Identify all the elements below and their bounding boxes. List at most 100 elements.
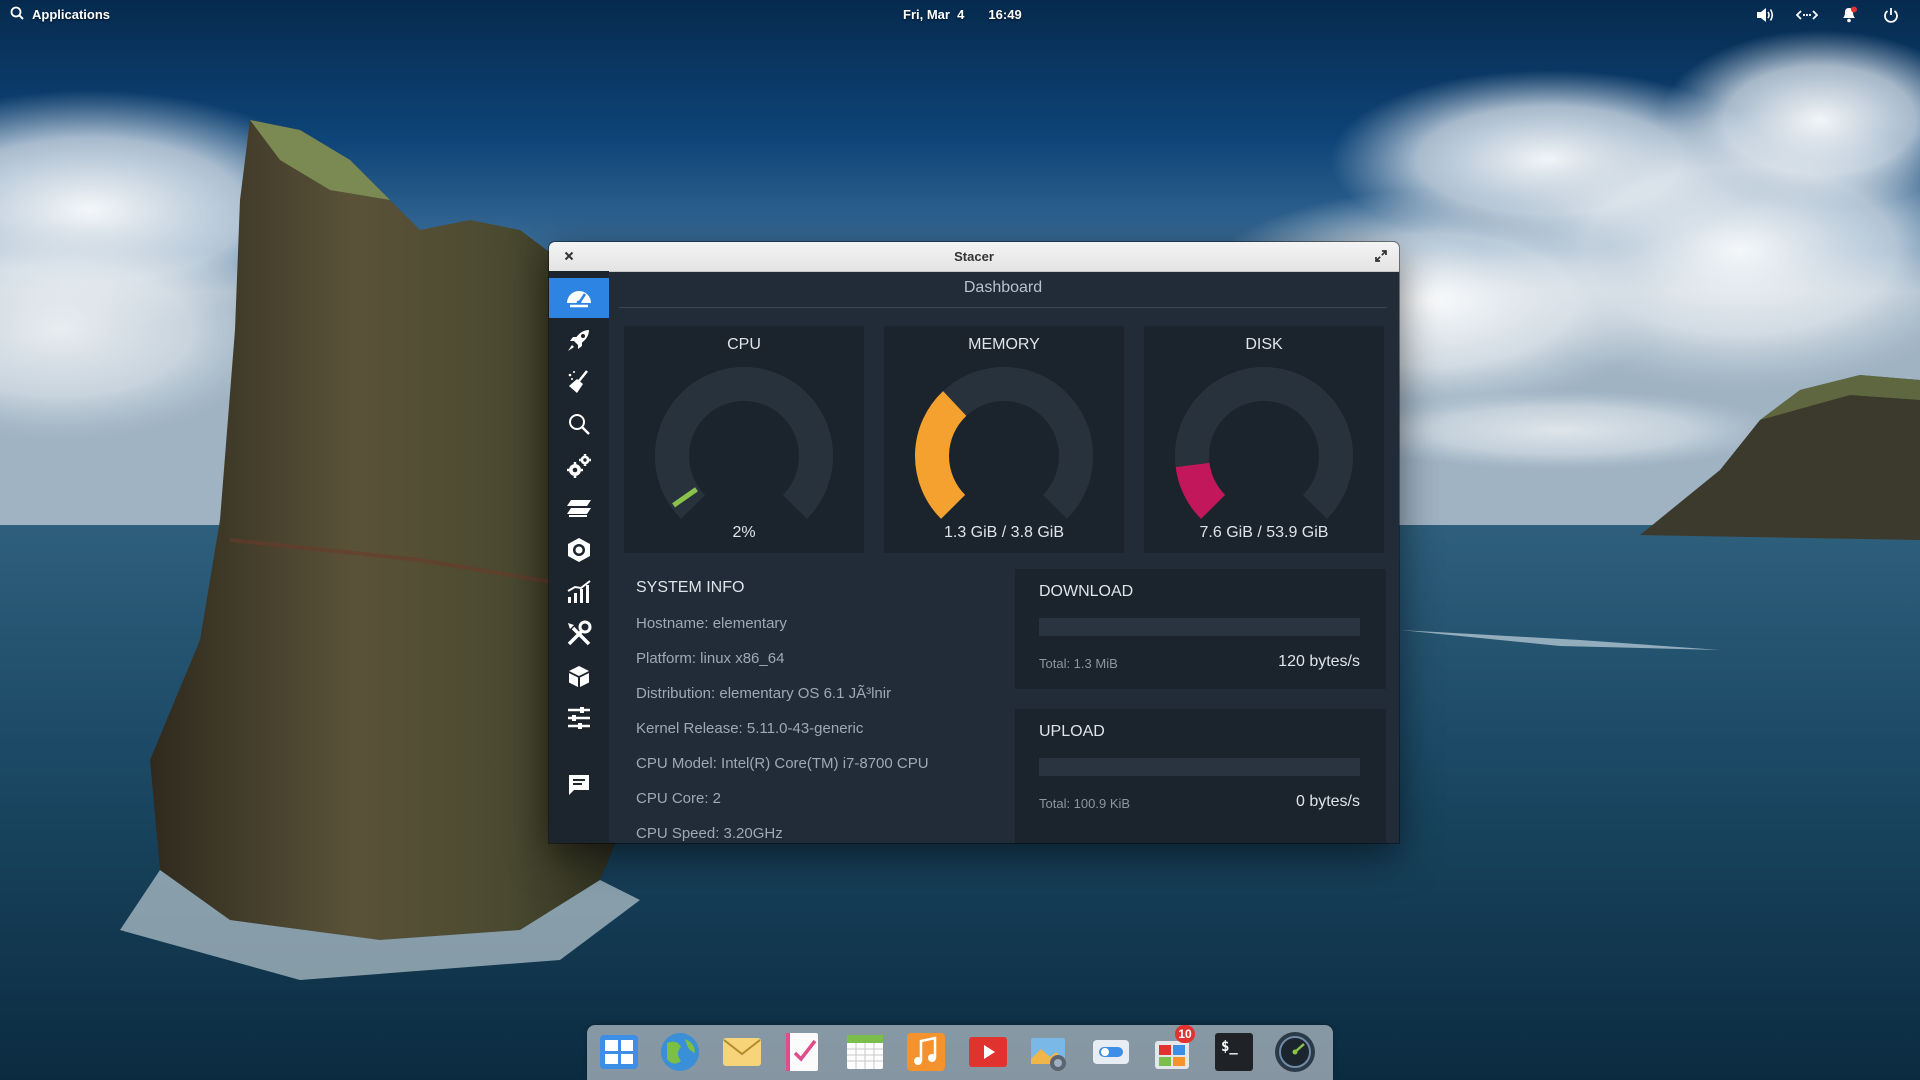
appcenter-update-badge: 10 bbox=[1175, 1025, 1195, 1043]
distribution-text: Distribution: elementary OS 6.1 JÃ³lnir bbox=[636, 685, 892, 702]
download-rate: 120 bytes/s bbox=[1278, 653, 1360, 670]
dashboard-gauge-icon bbox=[567, 291, 591, 308]
mail-icon bbox=[723, 1038, 761, 1066]
sidebar-item-resources[interactable] bbox=[549, 572, 609, 612]
page-title: Dashboard bbox=[619, 271, 1387, 308]
uninstaller-package-icon bbox=[568, 538, 590, 562]
dock-item-web-browser[interactable] bbox=[655, 1027, 705, 1077]
maximize-button[interactable] bbox=[1371, 246, 1391, 266]
resources-chart-icon bbox=[567, 580, 591, 603]
search-icon bbox=[10, 6, 24, 23]
power-icon[interactable] bbox=[1880, 4, 1902, 26]
cpu-gauge-card: CPU 2% bbox=[624, 326, 864, 553]
system-info-panel: SYSTEM INFO Hostname: elementary Platfor… bbox=[636, 571, 996, 843]
dock-item-stacer[interactable] bbox=[1270, 1027, 1320, 1077]
sidebar-item-system-cleaner[interactable] bbox=[549, 362, 609, 402]
top-panel: Applications Fri, Mar 4 16:49 bbox=[0, 0, 1920, 30]
upload-card: UPLOAD Total: 100.9 KiB 0 bytes/s bbox=[1015, 709, 1386, 829]
photos-icon bbox=[1031, 1038, 1066, 1071]
settings-sliders-icon bbox=[568, 707, 590, 729]
time-text: 16:49 bbox=[988, 7, 1022, 22]
rocket-icon bbox=[568, 330, 589, 351]
system-settings-icon bbox=[1093, 1040, 1129, 1064]
network-icon[interactable] bbox=[1796, 4, 1818, 26]
processes-layers-icon bbox=[567, 500, 591, 517]
sidebar-item-apt-repository[interactable] bbox=[549, 656, 609, 696]
memory-gauge-value: 1.3 GiB / 3.8 GiB bbox=[943, 524, 1065, 541]
sidebar-item-dashboard[interactable] bbox=[549, 278, 609, 318]
dock: 10 $_ bbox=[587, 1025, 1333, 1080]
sidebar-item-settings[interactable] bbox=[549, 698, 609, 738]
dock-item-photos[interactable] bbox=[1024, 1027, 1074, 1077]
maximize-icon bbox=[1375, 250, 1387, 262]
web-browser-icon bbox=[661, 1033, 699, 1071]
cpu-gauge-title: CPU bbox=[727, 336, 761, 353]
dock-item-music[interactable] bbox=[901, 1027, 951, 1077]
dock-item-appcenter[interactable]: 10 bbox=[1147, 1025, 1197, 1077]
gears-services-icon bbox=[567, 454, 591, 478]
date-text: Fri, Mar 4 bbox=[903, 7, 965, 22]
applications-menu[interactable]: Applications bbox=[10, 6, 110, 23]
sidebar bbox=[549, 271, 609, 843]
applications-label: Applications bbox=[32, 7, 111, 22]
sidebar-item-startup-apps[interactable] bbox=[549, 320, 609, 360]
cpu-speed-text: CPU Speed: 3.20GHz bbox=[636, 825, 783, 842]
disk-gauge-value: 7.6 GiB / 53.9 GiB bbox=[1199, 524, 1329, 541]
upload-title: UPLOAD bbox=[1039, 723, 1105, 740]
upload-total: Total: 100.9 KiB bbox=[1039, 796, 1131, 811]
sidebar-item-uninstaller[interactable] bbox=[549, 530, 609, 570]
cpu-model-text: CPU Model: Intel(R) Core(TM) i7-8700 CPU bbox=[636, 755, 929, 772]
disk-gauge-card: DISK 7.6 GiB / 53.9 GiB bbox=[1144, 326, 1384, 553]
sidebar-item-processes[interactable] bbox=[549, 488, 609, 528]
gauge-value-arc bbox=[915, 391, 967, 519]
download-total: Total: 1.3 MiB bbox=[1039, 656, 1118, 671]
apt-repository-box-icon bbox=[569, 666, 589, 687]
stacer-icon bbox=[1275, 1032, 1315, 1072]
sidebar-item-services[interactable] bbox=[549, 446, 609, 486]
system-info-heading: SYSTEM INFO bbox=[636, 579, 745, 596]
sidebar-item-search[interactable] bbox=[549, 404, 609, 444]
terminal-prompt-glyph: $_ bbox=[1221, 1039, 1238, 1055]
cpu-core-text: CPU Core: 2 bbox=[636, 790, 722, 807]
memory-gauge-card: MEMORY 1.3 GiB / 3.8 GiB bbox=[884, 326, 1124, 553]
dock-item-terminal[interactable]: $_ bbox=[1209, 1027, 1259, 1077]
dock-item-videos[interactable] bbox=[963, 1027, 1013, 1077]
memory-gauge bbox=[915, 367, 1093, 519]
upload-rate: 0 bytes/s bbox=[1295, 793, 1360, 810]
dock-item-mail[interactable] bbox=[717, 1027, 767, 1077]
indicator-area bbox=[1754, 4, 1902, 26]
cpu-gauge bbox=[655, 367, 833, 519]
sidebar-item-helpers[interactable] bbox=[549, 614, 609, 654]
cpu-gauge-value: 2% bbox=[732, 524, 756, 541]
dock-item-multitasking[interactable] bbox=[594, 1027, 644, 1077]
kernel-text: Kernel Release: 5.11.0-43-generic bbox=[636, 720, 864, 737]
datetime-indicator[interactable]: Fri, Mar 4 16:49 bbox=[903, 7, 1022, 22]
dock-item-system-settings[interactable] bbox=[1086, 1027, 1136, 1077]
tools-icon bbox=[567, 620, 592, 646]
upload-progress-bar bbox=[1039, 758, 1360, 776]
window-title: Stacer bbox=[954, 249, 994, 264]
window-titlebar[interactable]: Stacer bbox=[549, 242, 1399, 272]
download-card: DOWNLOAD Total: 1.3 MiB 120 bytes/s bbox=[1015, 569, 1386, 689]
search-icon bbox=[569, 414, 590, 435]
sidebar-item-feedback[interactable] bbox=[549, 765, 609, 805]
dock-item-calendar[interactable] bbox=[840, 1027, 890, 1077]
tasks-icon bbox=[786, 1033, 818, 1071]
dock-item-tasks[interactable] bbox=[778, 1027, 828, 1077]
calendar-icon bbox=[847, 1035, 883, 1069]
videos-icon bbox=[969, 1037, 1007, 1067]
broom-cleaner-icon bbox=[568, 370, 588, 393]
multitasking-view-icon bbox=[600, 1035, 638, 1069]
hostname-text: Hostname: elementary bbox=[636, 615, 787, 632]
gauge-value-arc bbox=[1175, 462, 1226, 519]
download-progress-bar bbox=[1039, 618, 1360, 636]
volume-icon[interactable] bbox=[1754, 4, 1776, 26]
disk-gauge bbox=[1175, 367, 1353, 519]
platform-text: Platform: linux x86_64 bbox=[636, 650, 785, 667]
memory-gauge-title: MEMORY bbox=[968, 336, 1040, 353]
music-icon bbox=[907, 1033, 945, 1071]
disk-gauge-title: DISK bbox=[1245, 336, 1283, 353]
download-title: DOWNLOAD bbox=[1039, 583, 1134, 600]
notifications-icon[interactable] bbox=[1838, 4, 1860, 26]
feedback-message-icon bbox=[569, 775, 589, 795]
